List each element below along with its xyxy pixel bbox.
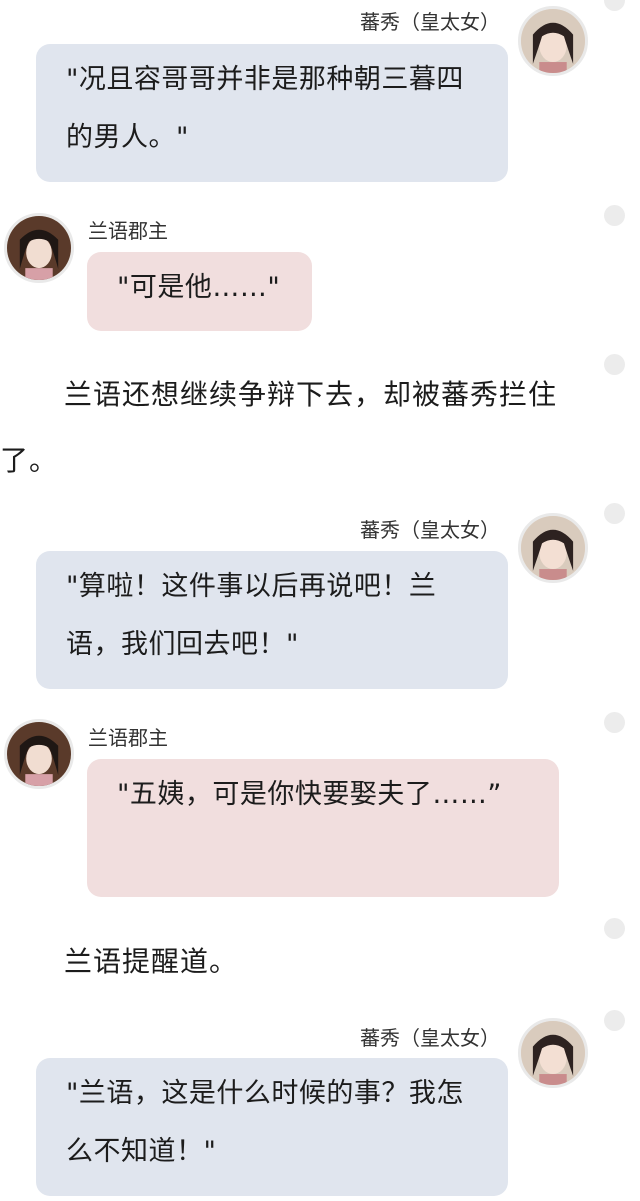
narration-text: 兰语提醒道。 [64, 945, 239, 978]
speaker-name: 蕃秀（皇太女） [360, 518, 500, 542]
message-dot-icon [604, 205, 625, 226]
message-dot-icon [604, 503, 625, 524]
message-dot-icon [604, 918, 625, 939]
message-dot-icon [604, 0, 625, 11]
avatar-xiuxiu-icon[interactable] [518, 513, 588, 583]
avatar-lanyu-icon[interactable] [4, 719, 74, 789]
speaker-name: 蕃秀（皇太女） [360, 1026, 500, 1050]
speaker-name: 兰语郡主 [88, 726, 168, 750]
message-dot-icon [604, 1010, 625, 1031]
message-bubble: "兰语，这是什么时候的事？我怎么不知道！" [36, 1058, 508, 1196]
avatar-xiuxiu-icon[interactable] [518, 6, 588, 76]
message-dot-icon [604, 354, 625, 375]
speaker-name: 兰语郡主 [88, 219, 168, 243]
message-bubble: "况且容哥哥并非是那种朝三暮四的男人。" [36, 44, 508, 182]
message-bubble: "五姨，可是你快要娶夫了……” [87, 759, 559, 897]
narration-text: 兰语还想继续争辩下去，却被蕃秀拦住了。 [0, 378, 558, 477]
message-bubble: "可是他……" [87, 252, 312, 331]
message-bubble: "算啦！这件事以后再说吧！兰语，我们回去吧！" [36, 551, 508, 689]
avatar-xiuxiu-icon[interactable] [518, 1018, 588, 1088]
avatar-lanyu-icon[interactable] [4, 213, 74, 283]
message-dot-icon [604, 712, 625, 733]
speaker-name: 蕃秀（皇太女） [360, 10, 500, 34]
